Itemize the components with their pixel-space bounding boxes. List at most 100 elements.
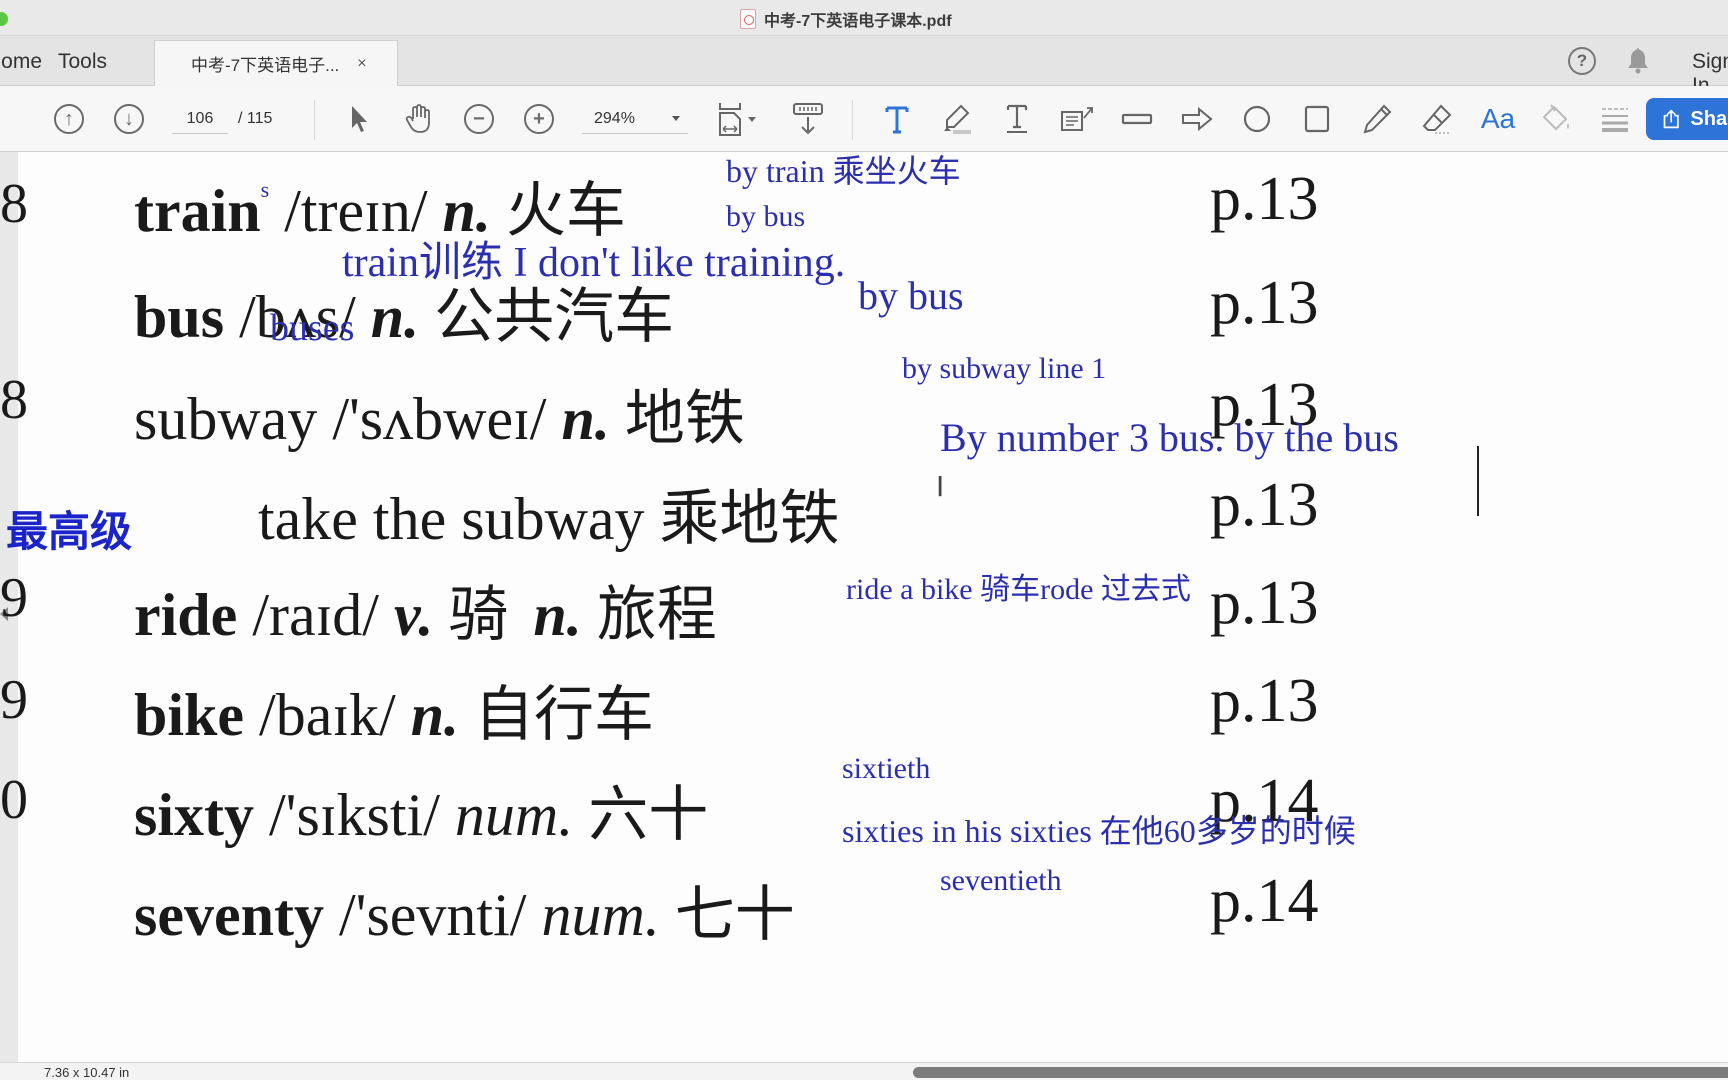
entry-meaning: 公共汽车 <box>434 282 675 352</box>
vocab-phrase-take-the-subway: take the subway 乘地铁 <box>258 486 840 552</box>
close-icon[interactable]: × <box>357 55 366 73</box>
annotation-note[interactable]: ride a bike 骑车rode 过去式 <box>846 564 1191 608</box>
toolbar-divider <box>852 100 853 140</box>
add-text-comment-button[interactable] <box>880 102 914 136</box>
toolbar: ↑ ↓ 106 / 115 − + 294% Aa Sha <box>0 86 1728 152</box>
text-box-button[interactable] <box>1060 102 1094 136</box>
entry-word: train <box>134 178 261 244</box>
next-page-button[interactable]: ↓ <box>112 102 146 136</box>
entry-pos: n. <box>561 386 610 452</box>
underline-text-button[interactable] <box>1000 102 1034 136</box>
nav-tools[interactable]: Tools <box>58 50 107 74</box>
document-tab[interactable]: 中考-7下英语电子... × <box>154 40 398 86</box>
page-reference: p.13 <box>1210 269 1319 337</box>
entry-meaning: 自行车 <box>474 680 655 750</box>
eraser-icon <box>1422 104 1452 134</box>
highlighter-icon <box>944 104 971 134</box>
zoom-level-value: 294% <box>594 110 635 127</box>
paint-bucket-icon <box>1542 104 1569 131</box>
annotation-note[interactable]: seventieth <box>940 864 1062 898</box>
rectangle-tool-button[interactable] <box>1300 102 1334 136</box>
strike-bar-icon <box>1121 113 1153 125</box>
fill-color-button[interactable] <box>1540 102 1574 136</box>
share-label: Share <box>1690 107 1728 130</box>
annotation-note-active[interactable]: By number 3 bus. by the bus <box>940 414 1399 461</box>
margin-number: 8 <box>0 369 28 431</box>
scroll-mode-icon <box>793 103 823 135</box>
arrow-tool-button[interactable] <box>1180 102 1214 136</box>
entry-word: bus <box>134 284 225 350</box>
line-style-icon <box>1602 108 1628 132</box>
ellipse-icon <box>1243 105 1271 133</box>
vocab-entry-seventy: seventy /'sevnti/ num. 七十 <box>134 866 795 953</box>
nav-home[interactable]: Home <box>0 50 42 74</box>
page-total: / 115 <box>238 110 273 127</box>
toolbar-divider <box>314 100 315 140</box>
entry-meaning: 旅程 <box>596 580 717 650</box>
hand-tool-button[interactable] <box>402 102 436 136</box>
page-reference: p.13 <box>1210 165 1319 233</box>
horizontal-scrollbar-thumb[interactable] <box>913 1067 1728 1078</box>
annotation-note[interactable]: by bus <box>858 272 964 319</box>
entry-pos: n. <box>410 682 460 748</box>
entry-meaning: 六十 <box>588 780 709 850</box>
ibeam-cursor-icon: I <box>936 470 945 503</box>
side-note-annotation: 最高级 <box>6 507 133 556</box>
rectangle-icon <box>1304 105 1330 133</box>
scroll-mode-button[interactable] <box>790 102 826 136</box>
entry-phonetic: /'sɪksti/ <box>269 782 440 848</box>
text-t-icon <box>885 106 909 134</box>
annotation-note[interactable]: train训练 I don't like training. <box>342 228 845 289</box>
highlight-button[interactable] <box>940 102 974 136</box>
page-number-input[interactable]: 106 <box>172 106 228 134</box>
page-reference: p.13 <box>1210 471 1319 539</box>
help-icon[interactable]: ? <box>1568 47 1596 75</box>
page-reference: p.14 <box>1210 867 1319 935</box>
entry-meaning: 七十 <box>674 880 795 950</box>
chevron-down-icon <box>672 116 680 121</box>
entry-pos: n. <box>533 582 582 648</box>
vocab-entry-ride: ride /raɪd/ v. 骑 n. 旅程 <box>134 566 717 653</box>
select-tool-button[interactable] <box>342 102 376 136</box>
hand-icon <box>405 104 430 133</box>
window-title: 中考-7下英语电子课本.pdf <box>764 13 952 30</box>
bell-icon[interactable] <box>1626 46 1650 74</box>
line-style-button[interactable] <box>1598 102 1632 136</box>
plus-circle-icon: + <box>524 104 554 134</box>
zoom-level-select[interactable]: 294% <box>582 106 688 134</box>
entry-pos: num. <box>454 782 574 848</box>
entry-phonetic: /'sʌbweɪ/ <box>332 386 547 452</box>
fit-page-icon <box>719 103 756 136</box>
underline-t-icon <box>1006 104 1028 133</box>
annotation-note[interactable]: by subway line 1 <box>902 352 1106 386</box>
entry-word: bike <box>134 682 245 748</box>
share-button[interactable]: Share <box>1646 98 1728 140</box>
zoom-out-button[interactable]: − <box>462 102 496 136</box>
text-box-icon <box>1061 107 1093 131</box>
annotation-note[interactable]: sixtieth <box>842 752 930 786</box>
pencil-tool-button[interactable] <box>1360 102 1394 136</box>
entry-word: subway <box>134 386 318 452</box>
text-size-button[interactable]: Aa <box>1478 102 1518 136</box>
annotation-note[interactable]: buses <box>270 306 354 350</box>
prev-page-button[interactable]: ↑ <box>52 102 86 136</box>
entry-meaning: 骑 <box>448 580 509 650</box>
margin-number: 8 <box>0 173 28 235</box>
eraser-tool-button[interactable] <box>1420 102 1454 136</box>
entry-word: seventy <box>134 882 324 948</box>
ellipse-tool-button[interactable] <box>1240 102 1274 136</box>
strikethrough-button[interactable] <box>1120 102 1154 136</box>
plural-annotation: s <box>260 177 270 202</box>
zoom-in-button[interactable]: + <box>522 102 556 136</box>
page-fit-button[interactable] <box>716 102 762 136</box>
entry-word: sixty <box>134 782 254 848</box>
margin-number: 9 <box>0 567 28 629</box>
annotation-note[interactable]: sixties in his sixties 在他60多岁的时候 <box>842 806 1356 852</box>
entry-phonetic: /raɪd/ <box>252 582 379 648</box>
arrow-down-icon: ↓ <box>114 104 144 134</box>
pencil-icon <box>1363 104 1392 134</box>
entry-meaning: 地铁 <box>624 384 745 454</box>
document-viewport[interactable]: 8 8 9 9 0 最高级 trains /treɪn/ n. 火车 p.13 … <box>0 152 1728 1062</box>
window-zoom-button[interactable] <box>0 12 8 26</box>
annotation-note[interactable]: by train 乘坐火车 <box>726 152 961 192</box>
